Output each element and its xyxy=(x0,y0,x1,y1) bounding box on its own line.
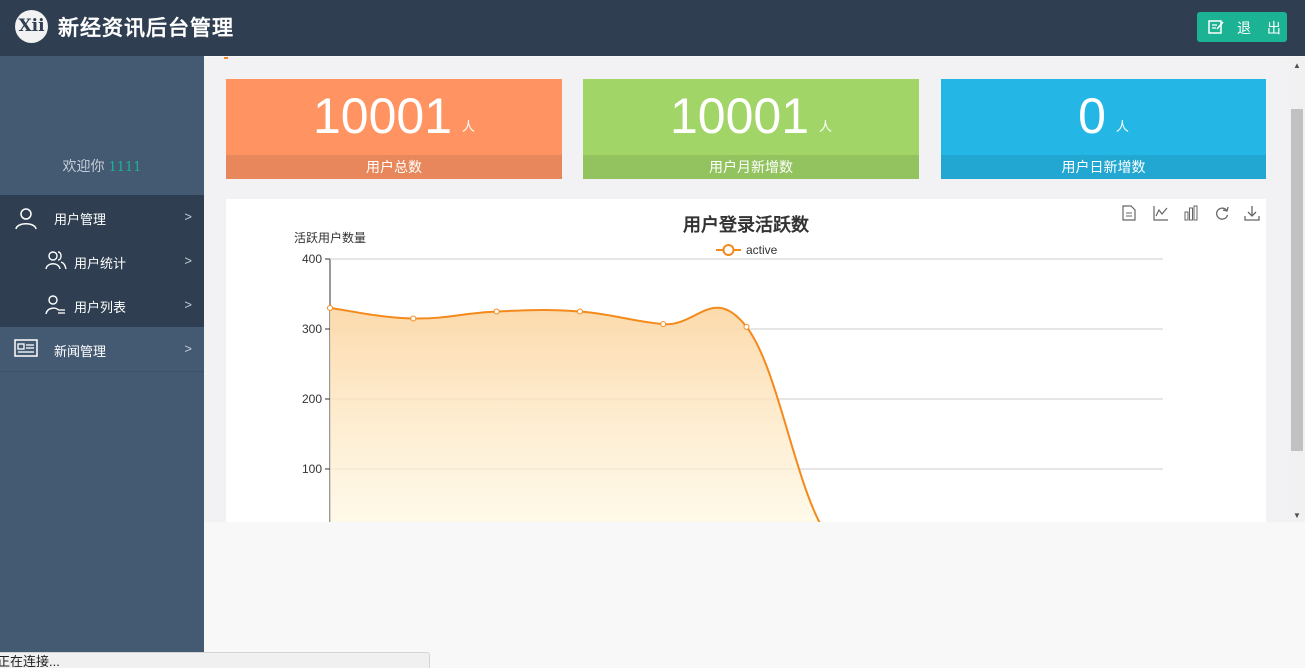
scroll-thumb[interactable] xyxy=(1291,109,1303,451)
stat-card-daily-new-users: 0人 用户日新增数 xyxy=(941,79,1266,179)
chevron-right-icon: > xyxy=(184,253,192,268)
main-content: 10001 人 用户总数 10001 人 用户月新增数 0人 用户日新增数 用户登录… xyxy=(204,57,1290,522)
chevron-right-icon: > xyxy=(184,297,192,312)
chart-plot: 400 300 200 100 活跃用户数量 active xyxy=(294,230,1163,522)
legend-label: active xyxy=(746,243,778,257)
data-point xyxy=(493,308,500,315)
y-tick-label: 100 xyxy=(302,462,322,476)
data-point xyxy=(743,323,750,330)
logout-label: 退 出 xyxy=(1237,20,1287,36)
sidebar-item-news-management[interactable]: 新闻管理 > xyxy=(0,327,204,372)
chevron-right-icon: > xyxy=(184,209,192,224)
app-logo: Xii xyxy=(15,10,48,43)
stat-card-monthly-new-users: 10001 人 用户月新增数 xyxy=(583,79,919,179)
y-tick-label: 300 xyxy=(302,322,322,336)
sidebar-item-label: 用户列表 xyxy=(74,300,127,315)
welcome-label: 欢迎你 xyxy=(62,159,105,175)
sidebar-item-user-list[interactable]: 用户列表 > xyxy=(0,283,204,327)
page-background xyxy=(204,522,1305,668)
stat-value-row: 10001 人 xyxy=(226,87,562,145)
sidebar-item-label: 用户管理 xyxy=(54,212,107,227)
data-point xyxy=(576,308,583,315)
scroll-up-arrow-icon[interactable]: ▲ xyxy=(1293,61,1301,70)
sidebar-menu: 用户管理 > 用户统计 > 用户列表 > 新闻管理 > xyxy=(0,195,204,372)
y-tick-label: 200 xyxy=(302,392,322,406)
stat-unit: 人 xyxy=(819,119,833,134)
sidebar-item-user-management[interactable]: 用户管理 > xyxy=(0,195,204,239)
user-list-icon xyxy=(45,295,65,315)
data-point xyxy=(410,315,417,322)
stat-value-row: 0人 xyxy=(941,87,1266,145)
chevron-right-icon: > xyxy=(184,341,192,356)
legend-marker xyxy=(722,244,735,256)
edit-icon xyxy=(1208,20,1224,34)
vertical-scrollbar[interactable]: ▲ ▼ xyxy=(1289,57,1305,522)
stat-card-total-users: 10001 人 用户总数 xyxy=(226,79,562,179)
y-tick-label: 400 xyxy=(302,252,322,266)
sidebar: 欢迎你 1111 用户管理 > 用户统计 > 用户列表 > 新闻管理 > xyxy=(0,56,204,668)
stat-value: 10001 xyxy=(312,88,453,144)
users-icon xyxy=(45,251,67,270)
sidebar-item-label: 新闻管理 xyxy=(54,344,107,359)
series-area xyxy=(330,307,820,522)
stat-value-row: 10001 人 xyxy=(583,87,919,145)
y-axis-label: 活跃用户数量 xyxy=(294,230,366,245)
data-point xyxy=(660,321,667,328)
app-title: 新经资讯后台管理 xyxy=(58,15,234,40)
stat-value: 0 xyxy=(1078,88,1106,144)
decorative-mark xyxy=(224,57,228,59)
active-users-chart: 用户登录活跃数 400 300 200 100 活跃用户数量 active xyxy=(226,199,1266,522)
stat-value: 10001 xyxy=(669,88,810,144)
username: 1111 xyxy=(108,160,142,175)
data-point xyxy=(327,305,333,311)
top-header: Xii 新经资讯后台管理 退 出 xyxy=(0,0,1305,56)
stat-caption: 用户月新增数 xyxy=(583,155,919,179)
news-card-icon xyxy=(14,339,38,357)
stat-unit: 人 xyxy=(1115,119,1129,134)
stat-unit: 人 xyxy=(462,119,476,134)
sidebar-item-user-stats[interactable]: 用户统计 > xyxy=(0,239,204,283)
scroll-down-arrow-icon[interactable]: ▼ xyxy=(1293,511,1301,520)
logout-button[interactable]: 退 出 xyxy=(1197,12,1287,42)
browser-status-bar: 正在连接... xyxy=(0,652,430,668)
welcome-text: 欢迎你 1111 xyxy=(0,156,204,176)
user-icon xyxy=(15,208,37,230)
stat-caption: 用户总数 xyxy=(226,155,562,179)
stat-caption: 用户日新增数 xyxy=(941,155,1266,179)
sidebar-item-label: 用户统计 xyxy=(74,256,127,271)
